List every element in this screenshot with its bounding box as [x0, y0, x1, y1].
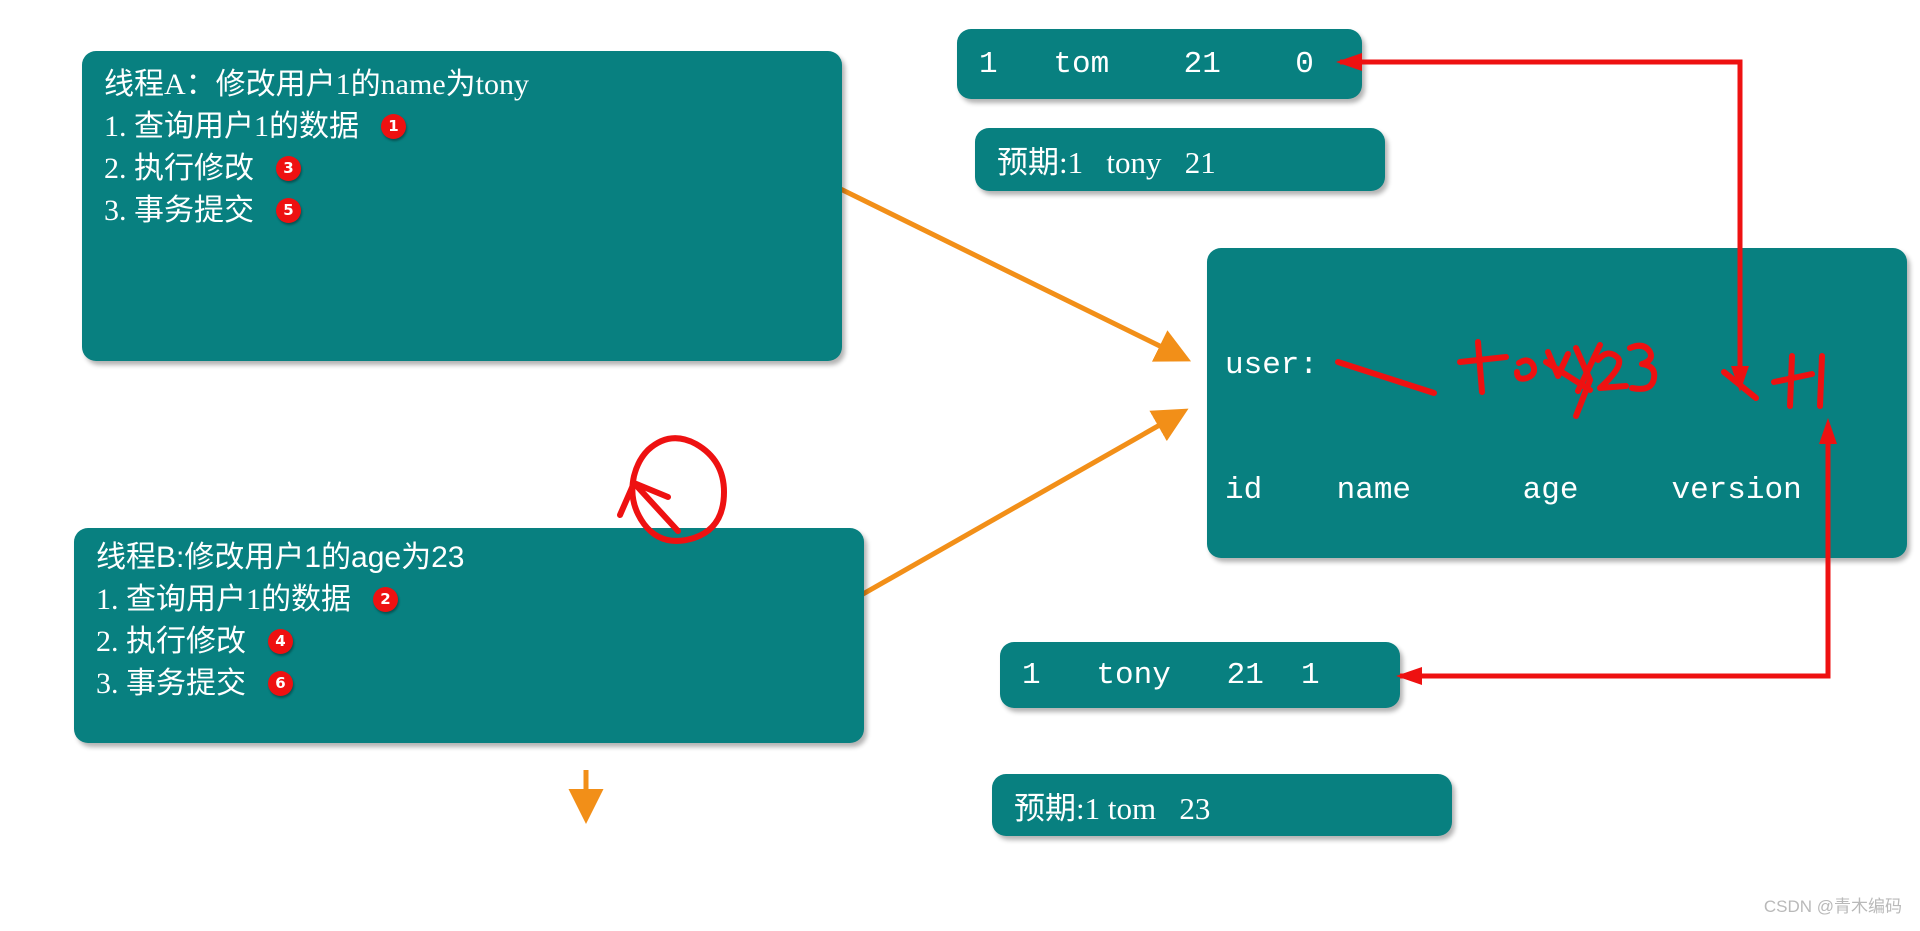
thread-b-box: 线程B:修改用户1的age为23 1. 查询用户1的数据 2 2. 执行修改 4…: [74, 528, 864, 743]
step-badge-2: 2: [373, 587, 398, 612]
thread-b-step-1-text: 1. 查询用户1的数据: [96, 582, 351, 616]
thread-b-step-2: 2. 执行修改 4: [96, 621, 842, 663]
red-doodle-circle-arrow: [617, 435, 727, 544]
user-table-box: user: id name age version 1 tom 21 0 2 j…: [1207, 248, 1907, 881]
step-badge-4: 4: [268, 629, 293, 654]
step-badge-6: 6: [268, 671, 293, 696]
expected-bottom-box: 预期:1 tom 23: [992, 774, 1452, 836]
thread-b-step-3: 3. 事务提交 6: [96, 663, 842, 705]
record-top-box: 1 tom 21 0: [957, 29, 1362, 99]
user-table-caption: user:: [1225, 348, 1319, 384]
thread-a-step-2-text: 2. 执行修改: [104, 151, 254, 185]
thread-a-step-1-text: 1. 查询用户1的数据: [104, 109, 359, 143]
thread-a-step-1: 1. 查询用户1的数据 1: [104, 106, 820, 148]
thread-b-title: 线程B:修改用户1的age为23: [96, 541, 465, 574]
table-row: 2 jack 22 0: [1225, 721, 1691, 757]
record-bottom-text: 1 tony 21 1: [1022, 657, 1320, 693]
thread-a-step-2: 2. 执行修改 3: [104, 148, 820, 190]
thread-b-step-3-text: 3. 事务提交: [96, 666, 246, 700]
thread-a-box: 线程A：修改用户1的name为tony 1. 查询用户1的数据 1 2. 执行修…: [82, 51, 842, 361]
table-row: 1 tom 21 0: [1225, 597, 1691, 633]
expected-top-text: 预期:1 tony 21: [997, 145, 1216, 180]
step-badge-1: 1: [381, 114, 406, 139]
thread-b-step-2-text: 2. 执行修改: [96, 624, 246, 658]
thread-a-step-3: 3. 事务提交 5: [104, 190, 820, 232]
expected-bottom-text: 预期:1 tom 23: [1014, 790, 1211, 826]
table-row: 3 rose 20 0: [1225, 846, 1691, 882]
step-badge-5: 5: [276, 198, 301, 223]
thread-b-step-1: 1. 查询用户1的数据 2: [96, 579, 842, 621]
diagram-canvas: 线程A：修改用户1的name为tony 1. 查询用户1的数据 1 2. 执行修…: [0, 0, 1920, 931]
record-bottom-box: 1 tony 21 1: [1000, 642, 1400, 708]
thread-a-title: 线程A：修改用户1的name为tony: [104, 68, 529, 101]
record-top-text: 1 tom 21 0: [979, 46, 1314, 82]
watermark: CSDN @青木编码: [1763, 897, 1902, 916]
expected-top-box: 预期:1 tony 21: [975, 128, 1385, 191]
user-table-header: id name age version: [1225, 472, 1802, 508]
thread-a-step-3-text: 3. 事务提交: [104, 193, 254, 227]
step-badge-3: 3: [276, 156, 301, 181]
